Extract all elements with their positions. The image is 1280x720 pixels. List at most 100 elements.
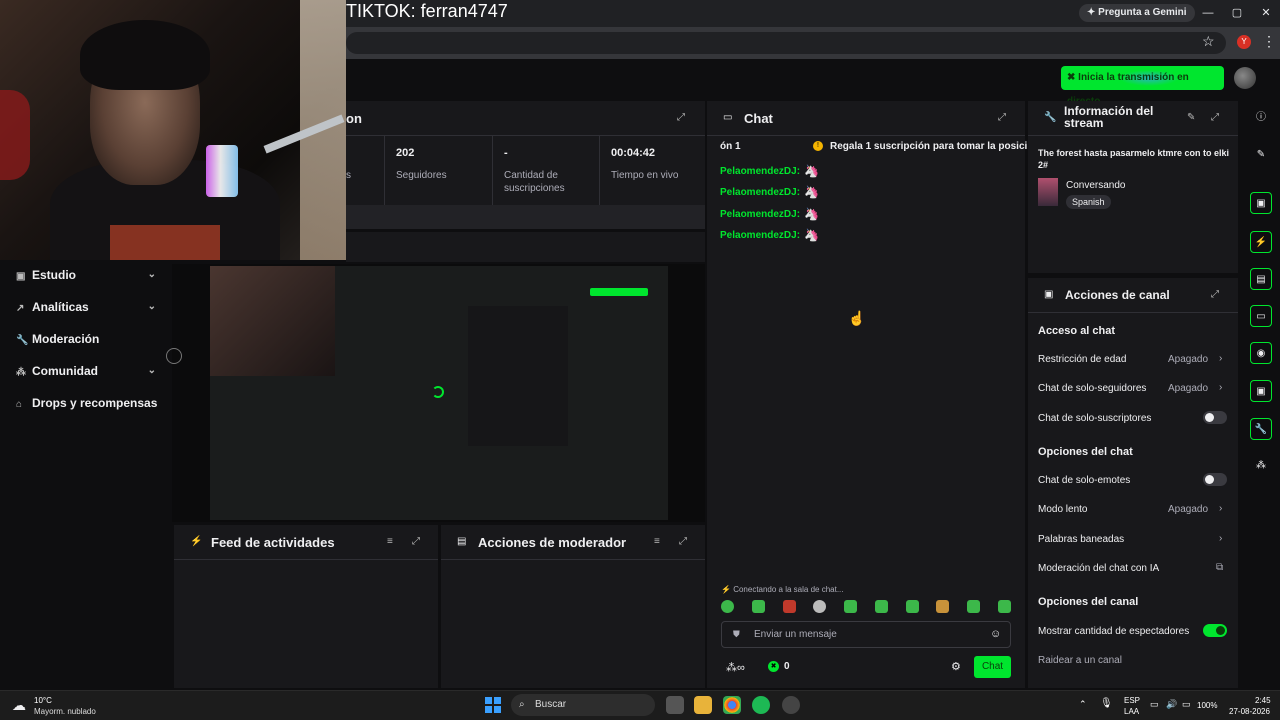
- profile-icon[interactable]: Y: [1237, 35, 1251, 49]
- chevron-right-icon[interactable]: ›: [1219, 353, 1222, 364]
- clock-date[interactable]: 27-08-2026: [1229, 707, 1270, 716]
- battery-icon[interactable]: ▭: [1182, 699, 1191, 710]
- sidebar-item-estudio[interactable]: ▣ Estudio ⌄: [16, 265, 166, 285]
- microphone-icon[interactable]: 🎙: [1100, 698, 1113, 709]
- emote-icon[interactable]: [967, 600, 981, 613]
- expand-icon[interactable]: ⤢: [679, 536, 687, 547]
- language-tag[interactable]: Spanish: [1066, 195, 1111, 209]
- wrench-icon[interactable]: 🔧: [1250, 418, 1272, 440]
- pinned-gift-text[interactable]: Regala 1 suscripción para tomar la posic…: [830, 141, 1027, 152]
- tray-chevron-icon[interactable]: ⌃: [1079, 699, 1087, 710]
- maximize-button[interactable]: ▢: [1227, 4, 1247, 22]
- chat-username[interactable]: PelaomendezDJ:: [720, 230, 800, 241]
- chat-username[interactable]: PelaomendezDJ:: [720, 209, 800, 220]
- task-view-icon[interactable]: [666, 696, 684, 714]
- chat-connecting-status: ⚡ Conectando a la sala de chat...: [721, 585, 843, 594]
- emote-icon[interactable]: [905, 600, 919, 613]
- sidebar-item-drops[interactable]: ⌂ Drops y recompensas: [16, 393, 176, 413]
- chat-username[interactable]: PelaomendezDJ:: [720, 187, 800, 198]
- emote-only-toggle[interactable]: [1203, 473, 1227, 486]
- taskbar-search[interactable]: ⌕ Buscar: [511, 694, 655, 716]
- emote-icon[interactable]: [997, 600, 1011, 613]
- emote-icon[interactable]: [721, 600, 734, 613]
- edit-pencil-icon[interactable]: ✎: [1187, 112, 1195, 123]
- expand-icon[interactable]: ⤢: [412, 536, 420, 547]
- go-live-button[interactable]: ✖ Inicia la transmisión en directo: [1061, 66, 1224, 107]
- browser-menu-icon[interactable]: ⋮: [1262, 33, 1276, 50]
- lightning-icon[interactable]: ⚡: [1250, 231, 1272, 253]
- emote-icon[interactable]: [874, 600, 888, 613]
- unicorn-emote-icon: 🦄: [804, 228, 819, 242]
- filter-icon[interactable]: ≡: [654, 536, 660, 547]
- clock-time[interactable]: 2:45: [1255, 696, 1271, 705]
- filter-icon[interactable]: ≡: [387, 536, 393, 547]
- chat-settings-gear-icon[interactable]: ⚙: [951, 660, 961, 673]
- chevron-right-icon[interactable]: ›: [1219, 382, 1222, 393]
- slow-mode-label[interactable]: Modo lento: [1038, 504, 1087, 515]
- channel-icon: ▣: [1044, 289, 1054, 300]
- webcam-overlay: [0, 0, 346, 260]
- info-icon[interactable]: ⓘ: [1250, 107, 1272, 129]
- followers-only-label[interactable]: Chat de solo-seguidores: [1038, 383, 1146, 394]
- divider: [1028, 135, 1238, 136]
- emote-icon[interactable]: [844, 600, 858, 613]
- expand-icon[interactable]: ⤢: [1211, 289, 1219, 300]
- chat-input[interactable]: ⛊ Enviar un mensaje ☺: [721, 621, 1011, 648]
- ai-moderation-label[interactable]: Moderación del chat con IA: [1038, 563, 1159, 574]
- sidebar-item-moderacion[interactable]: 🔧 Moderación: [16, 329, 166, 349]
- close-button[interactable]: ✕: [1256, 4, 1276, 22]
- chat-username[interactable]: PelaomendezDJ:: [720, 166, 800, 177]
- chevron-right-icon[interactable]: ›: [1219, 533, 1222, 544]
- expand-icon[interactable]: ⤢: [998, 112, 1006, 123]
- edit-pencil-icon[interactable]: ✎: [1250, 144, 1272, 166]
- volume-icon[interactable]: 🔊: [1166, 699, 1177, 710]
- emote-icon[interactable]: [936, 600, 950, 613]
- language-bottom[interactable]: LAA: [1124, 707, 1139, 716]
- emote-icon[interactable]: [813, 600, 827, 613]
- expand-icon[interactable]: ⤢: [1211, 112, 1219, 123]
- spotify-icon[interactable]: [752, 696, 770, 714]
- windows-start-icon[interactable]: [485, 697, 501, 713]
- app-icon[interactable]: [782, 696, 800, 714]
- infinity-label: ∞: [737, 662, 745, 674]
- activity-feed-panel: ⚡ Feed de actividades ≡ ⤢: [174, 525, 438, 688]
- chat-send-button[interactable]: Chat: [974, 656, 1011, 678]
- weather-cloud-icon[interactable]: ☁: [12, 697, 26, 714]
- chrome-icon[interactable]: [723, 696, 741, 714]
- chat-icon[interactable]: ▭: [1250, 305, 1272, 327]
- user-avatar[interactable]: [1234, 67, 1256, 89]
- network-icon[interactable]: ▭: [1150, 699, 1159, 710]
- subs-only-toggle[interactable]: [1203, 411, 1227, 424]
- session-stats-panel: on ⤢ s 202 Seguidores - Cantidad de susc…: [346, 101, 705, 229]
- channel-icon[interactable]: ▣: [1250, 380, 1272, 402]
- expand-icon[interactable]: ⤢: [677, 112, 685, 123]
- divider: [707, 135, 1025, 136]
- age-restriction-label[interactable]: Restricción de edad: [1038, 354, 1126, 365]
- sidebar-item-analiticas[interactable]: ↗ Analíticas ⌄: [16, 297, 166, 317]
- url-input[interactable]: [346, 32, 1226, 54]
- language-top[interactable]: ESP: [1124, 696, 1140, 705]
- raid-channel-label[interactable]: Raidear a un canal: [1038, 655, 1122, 666]
- record-icon[interactable]: ◉: [1250, 342, 1272, 364]
- webcam-shirt-print: [110, 225, 220, 260]
- show-viewers-toggle[interactable]: [1203, 624, 1227, 637]
- bookmark-star-icon[interactable]: ☆: [1202, 33, 1215, 50]
- community-icon[interactable]: ⁂: [1250, 455, 1272, 477]
- banned-words-label[interactable]: Palabras baneadas: [1038, 534, 1124, 545]
- emote-icon[interactable]: [751, 600, 765, 613]
- sidebar-item-comunidad[interactable]: ⁂ Comunidad ⌄: [16, 361, 166, 381]
- minimize-button[interactable]: —: [1198, 4, 1218, 22]
- file-explorer-icon[interactable]: [694, 696, 712, 714]
- external-link-icon[interactable]: ⧉: [1216, 562, 1223, 573]
- emote-icon[interactable]: [782, 600, 796, 613]
- emoji-icon[interactable]: ☺: [990, 628, 1001, 640]
- list-icon[interactable]: ▤: [1250, 268, 1272, 290]
- stream-preview-video[interactable]: [210, 266, 668, 520]
- clip-icon[interactable]: ▣: [1250, 192, 1272, 214]
- gemini-button[interactable]: ✦ Pregunta a Gemini: [1079, 4, 1195, 22]
- community-points-icon[interactable]: ⁂∞: [726, 661, 745, 674]
- channel-actions-title: Acciones de canal: [1065, 288, 1170, 302]
- stat-label-partial: s: [346, 170, 351, 181]
- chevron-right-icon[interactable]: ›: [1219, 503, 1222, 514]
- connecting-text: Conectando a la sala de chat...: [733, 585, 844, 594]
